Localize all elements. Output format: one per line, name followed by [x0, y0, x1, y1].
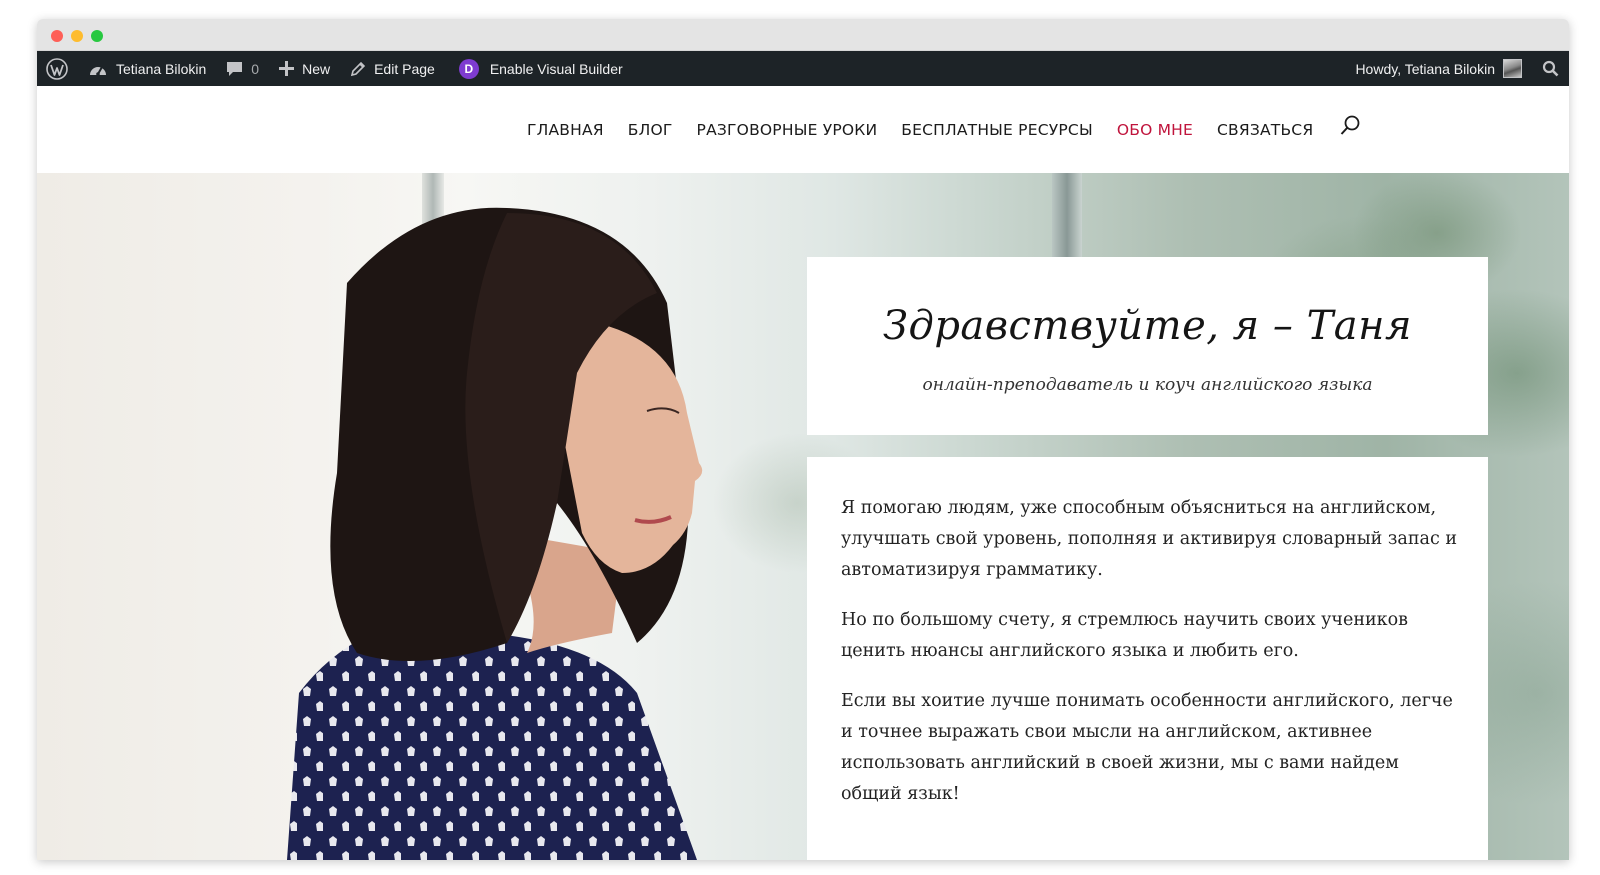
browser-titlebar — [37, 19, 1569, 51]
intro-paragraph: Я помогаю людям, уже способным объяснить… — [841, 498, 1457, 580]
wp-admin-bar: Tetiana Bilokin 0 New Edit Page D Enable… — [37, 51, 1569, 86]
window-frame — [1052, 173, 1082, 263]
intro-text-card: Я помогаю людям, уже способным объяснить… — [807, 457, 1488, 860]
divi-icon: D — [458, 58, 479, 79]
maximize-window-button[interactable] — [91, 30, 103, 42]
site-header: ГЛАВНАЯ БЛОГ РАЗГОВОРНЫЕ УРОКИ БЕСПЛАТНЫ… — [37, 86, 1569, 173]
nav-item-conversation-lessons[interactable]: РАЗГОВОРНЫЕ УРОКИ — [697, 121, 878, 139]
title-card: Здравствуйте, я – Таня онлайн-преподават… — [807, 257, 1488, 435]
nav-item-free-resources[interactable]: БЕСПЛАТНЫЕ РЕСУРСЫ — [901, 121, 1093, 139]
enable-visual-builder-link[interactable]: D Enable Visual Builder — [445, 51, 633, 86]
nav-item-home[interactable]: ГЛАВНАЯ — [527, 121, 604, 139]
wordpress-logo-menu[interactable] — [37, 51, 78, 86]
minimize-window-button[interactable] — [71, 30, 83, 42]
edit-page-label: Edit Page — [374, 60, 435, 77]
page-subtitle: онлайн-преподаватель и коуч английского … — [922, 375, 1373, 395]
my-account-menu[interactable]: Howdy, Tetiana Bilokin — [1345, 51, 1532, 86]
about-hero-section: Здравствуйте, я – Таня онлайн-преподават… — [37, 173, 1569, 860]
plus-icon — [279, 61, 295, 76]
dashboard-icon — [90, 66, 106, 76]
howdy-label: Howdy, Tetiana Bilokin — [1355, 60, 1495, 77]
search-icon — [1341, 115, 1360, 135]
browser-window: Tetiana Bilokin 0 New Edit Page D Enable… — [37, 19, 1569, 860]
intro-paragraph: Если вы хоитие лучше понимать особенност… — [841, 691, 1453, 804]
site-name-label: Tetiana Bilokin — [116, 60, 207, 77]
avatar — [1503, 59, 1522, 78]
admin-search-button[interactable] — [1532, 51, 1569, 86]
wordpress-icon — [46, 57, 68, 80]
portrait-photo — [287, 207, 703, 860]
nav-search-button[interactable] — [1339, 115, 1361, 141]
nav-item-blog[interactable]: БЛОГ — [628, 121, 673, 139]
new-content-menu[interactable]: New — [269, 51, 340, 86]
nav-item-contact[interactable]: СВЯЗАТЬСЯ — [1217, 121, 1313, 139]
new-label: New — [302, 60, 331, 77]
comments-count: 0 — [251, 60, 260, 77]
site-name-menu[interactable]: Tetiana Bilokin — [78, 51, 216, 86]
pencil-icon — [350, 61, 366, 76]
search-icon — [1542, 60, 1559, 77]
intro-paragraph: Но по большому счету, я стремлюсь научит… — [841, 610, 1409, 661]
main-navigation: ГЛАВНАЯ БЛОГ РАЗГОВОРНЫЕ УРОКИ БЕСПЛАТНЫ… — [527, 115, 1361, 141]
edit-page-link[interactable]: Edit Page — [340, 51, 445, 86]
page-title: Здравствуйте, я – Таня — [883, 303, 1412, 349]
comments-menu[interactable]: 0 — [216, 51, 269, 86]
nav-item-about[interactable]: ОБО МНЕ — [1117, 121, 1193, 139]
comment-icon — [227, 61, 243, 76]
close-window-button[interactable] — [51, 30, 63, 42]
visual-builder-label: Enable Visual Builder — [489, 60, 623, 77]
